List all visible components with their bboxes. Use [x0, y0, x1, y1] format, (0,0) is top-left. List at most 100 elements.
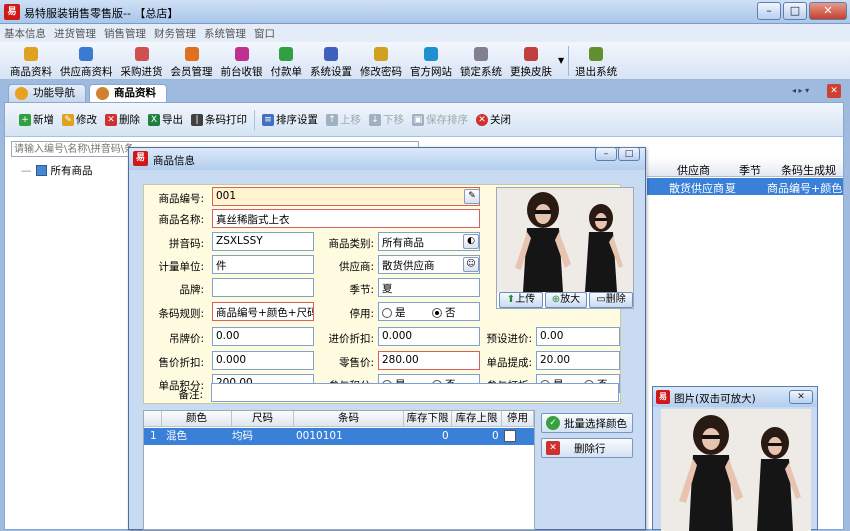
tab-scroll-arrows[interactable]: ◂ ▸ ▾: [792, 86, 809, 95]
sale-discount-field[interactable]: 0.000: [212, 351, 314, 370]
delete-icon: ▭: [596, 294, 606, 305]
disabled-yes-radio[interactable]: 是: [382, 305, 406, 320]
toolbar-skin-button[interactable]: 更换皮肤: [506, 43, 556, 79]
save-sort-button[interactable]: ▣ 保存排序: [412, 112, 468, 127]
popup-photo-image[interactable]: [661, 409, 811, 531]
popup-title-bar: 易 图片(双击可放大) ✕: [653, 387, 817, 407]
payment-icon: [279, 46, 294, 61]
delete-button[interactable]: ✕ 删除: [105, 112, 140, 127]
toolbar-payment-button[interactable]: 付款单: [267, 43, 307, 79]
close-button[interactable]: ✕ 关闭: [476, 112, 511, 127]
commission-field[interactable]: 20.00: [536, 351, 620, 370]
zoom-photo-button[interactable]: ⊕放大: [545, 292, 587, 308]
menu-window[interactable]: 窗口: [254, 26, 275, 41]
menu-basic-info[interactable]: 基本信息: [4, 26, 46, 41]
edit-code-icon[interactable]: ✎: [464, 189, 480, 204]
barcode-print-button[interactable]: | 条码打印: [191, 112, 247, 127]
menu-sales[interactable]: 销售管理: [104, 26, 146, 41]
col-size: 尺码: [232, 411, 294, 427]
season-field[interactable]: 夏: [378, 278, 480, 297]
skin-dropdown-arrow[interactable]: ▼: [556, 43, 566, 79]
popup-title: 图片(双击可放大): [674, 393, 756, 405]
popup-close-button[interactable]: ✕: [789, 390, 813, 404]
name-label: 商品名称:: [158, 214, 204, 226]
sort-settings-button[interactable]: ≡ 排序设置: [262, 112, 318, 127]
toolbar-exit-button[interactable]: 退出系统: [571, 43, 621, 79]
close-tab-icon[interactable]: ✕: [827, 84, 841, 98]
remark-label: 备注:: [178, 389, 203, 401]
app-title-bar: 易 易特服装销售零售版-- 【总店】 – □ ✕: [0, 0, 850, 24]
toolbar-password-button[interactable]: 修改密码: [356, 43, 406, 79]
category-label: 商品类别:: [328, 238, 374, 250]
barcode-rule-label: 条码规则:: [158, 308, 204, 320]
move-up-button[interactable]: ↑ 上移: [326, 112, 361, 127]
minimize-button[interactable]: –: [757, 2, 781, 20]
purchase-discount-label: 进价折扣:: [328, 333, 374, 345]
goods-tab-icon: [96, 87, 109, 100]
batch-select-color-button[interactable]: ✓ 批量选择颜色: [541, 413, 633, 433]
row-disabled-checkbox[interactable]: [504, 430, 516, 442]
tab-strip: 功能导航 商品资料 ◂ ▸ ▾ ✕: [0, 82, 850, 102]
tag-price-field[interactable]: 0.00: [212, 327, 314, 346]
add-button[interactable]: + 新增: [19, 112, 54, 127]
toolbar-website-button[interactable]: 官方网站: [406, 43, 456, 79]
name-field[interactable]: 真丝稀脂式上衣: [212, 209, 480, 228]
toolbar-member-button[interactable]: 会员管理: [167, 43, 217, 79]
lock-icon: [474, 46, 488, 61]
retail-price-field[interactable]: 280.00: [378, 351, 480, 370]
tree-line: —: [21, 164, 32, 177]
col-barcode: 条码: [294, 411, 404, 427]
goods-form: 商品编号: 001 ✎ 商品名称: 真丝稀脂式上衣 拼音码: ZSXLSSY 商…: [143, 184, 634, 404]
maximize-button[interactable]: □: [783, 2, 807, 20]
app-logo-icon: 易: [4, 4, 20, 20]
menu-finance[interactable]: 财务管理: [154, 26, 196, 41]
tree-node-all-goods[interactable]: 所有商品: [51, 163, 93, 178]
toolbar-purchase-button[interactable]: 采购进货: [117, 43, 167, 79]
dialog-minimize-button[interactable]: –: [595, 147, 617, 161]
tab-function-nav[interactable]: 功能导航: [8, 84, 86, 102]
save-icon: ▣: [412, 113, 424, 126]
barcode-table: 颜色 尺码 条码 库存下限 库存上限 停用 1 混色 均码 0010101 0 …: [143, 410, 535, 530]
supplier-icon: [79, 46, 94, 61]
toolbar-settings-button[interactable]: 系统设置: [306, 43, 356, 79]
chevron-down-icon: ▼: [558, 56, 565, 65]
menu-purchase[interactable]: 进货管理: [54, 26, 96, 41]
edit-button[interactable]: ✎ 修改: [62, 112, 97, 127]
upload-photo-button[interactable]: ⬆上传: [499, 292, 543, 308]
table-row[interactable]: 1 混色 均码 0010101 0 0: [144, 428, 534, 445]
delete-photo-button[interactable]: ▭删除: [589, 292, 633, 308]
move-down-button[interactable]: ↓ 下移: [369, 112, 404, 127]
toolbar-supplier-button[interactable]: 供应商资料: [56, 43, 117, 79]
brand-field[interactable]: [212, 278, 314, 297]
barcode-rule-field[interactable]: 商品编号+颜色+尺码: [212, 302, 314, 321]
export-button[interactable]: X 导出: [148, 112, 183, 127]
disabled-label: 停用:: [349, 308, 374, 320]
grid-header-supplier: 供应商: [677, 164, 710, 177]
close-icon: ✕: [476, 113, 488, 126]
popup-logo-icon: 易: [656, 390, 670, 404]
pinyin-field[interactable]: ZSXLSSY: [212, 232, 314, 251]
disabled-no-radio[interactable]: 否: [432, 305, 456, 320]
product-photo-image: [497, 188, 633, 292]
preset-price-field[interactable]: 0.00: [536, 327, 620, 346]
home-icon: [15, 87, 28, 100]
folder-icon: [35, 165, 47, 176]
table-row[interactable]: 散货供应商 夏 商品编号+颜色: [647, 178, 843, 195]
toolbar-lock-button[interactable]: 锁定系统: [456, 43, 506, 79]
close-window-button[interactable]: ✕: [809, 2, 847, 20]
category-tree: — 所有商品: [21, 163, 93, 178]
tab-goods-info[interactable]: 商品资料: [89, 84, 167, 102]
code-field[interactable]: 001: [212, 187, 480, 206]
remark-field[interactable]: [211, 383, 619, 402]
unit-field[interactable]: 件: [212, 255, 314, 274]
product-photo[interactable]: ⬆上传 ⊕放大 ▭删除: [496, 187, 634, 309]
purchase-discount-field[interactable]: 0.000: [378, 327, 480, 346]
menu-system[interactable]: 系统管理: [204, 26, 246, 41]
toolbar-goods-button[interactable]: 商品资料: [6, 43, 56, 79]
category-picker-icon[interactable]: ◐: [463, 234, 479, 249]
supplier-picker-icon[interactable]: ☺: [463, 257, 479, 272]
toolbar-cashier-button[interactable]: 前台收银: [217, 43, 267, 79]
delete-row-button[interactable]: ✕ 删除行: [541, 438, 633, 458]
dialog-maximize-button[interactable]: □: [618, 147, 640, 161]
col-disabled: 停用: [502, 411, 534, 427]
